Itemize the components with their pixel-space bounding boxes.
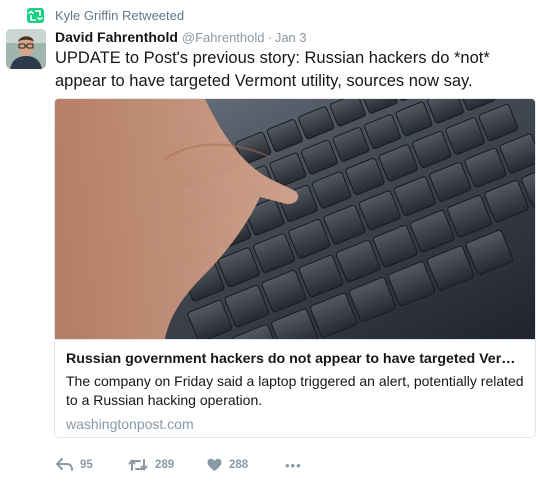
card-domain: washingtonpost.com <box>66 416 194 432</box>
reply-icon <box>56 458 73 472</box>
like-button[interactable]: 288 <box>207 458 285 472</box>
retweet-context: Kyle Griffin Retweeted <box>27 7 184 23</box>
retweet-icon <box>27 7 44 23</box>
card-body[interactable]: Russian government hackers do not appear… <box>55 339 535 437</box>
card-title[interactable]: Russian government hackers do not appear… <box>66 350 525 368</box>
separator-dot: · <box>267 30 272 45</box>
retweet-button[interactable]: 289 <box>128 458 207 472</box>
retweet-context-label[interactable]: Kyle Griffin Retweeted <box>55 8 184 23</box>
tweet-header: David Fahrenthold @Fahrenthold · Jan 3 <box>55 29 307 46</box>
tweet-timestamp[interactable]: Jan 3 <box>275 30 307 45</box>
author-display-name[interactable]: David Fahrenthold <box>55 29 178 45</box>
reply-count: 95 <box>80 459 93 471</box>
more-button[interactable]: ••• <box>285 458 302 473</box>
tweet-actions: 95 289 288 ••• <box>56 456 302 474</box>
link-card[interactable]: Russian government hackers do not appear… <box>54 98 536 438</box>
card-image[interactable] <box>55 99 535 339</box>
reply-button[interactable]: 95 <box>56 458 128 472</box>
card-description: The company on Friday said a laptop trig… <box>66 373 524 408</box>
retweet-icon <box>128 458 148 472</box>
avatar[interactable] <box>6 29 46 69</box>
author-handle[interactable]: @Fahrenthold <box>182 30 265 45</box>
heart-icon <box>207 458 222 472</box>
more-icon: ••• <box>285 457 302 473</box>
like-count: 288 <box>229 459 249 471</box>
retweet-count: 289 <box>155 459 175 471</box>
tweet-text: UPDATE to Post's previous story: Russian… <box>55 49 490 90</box>
